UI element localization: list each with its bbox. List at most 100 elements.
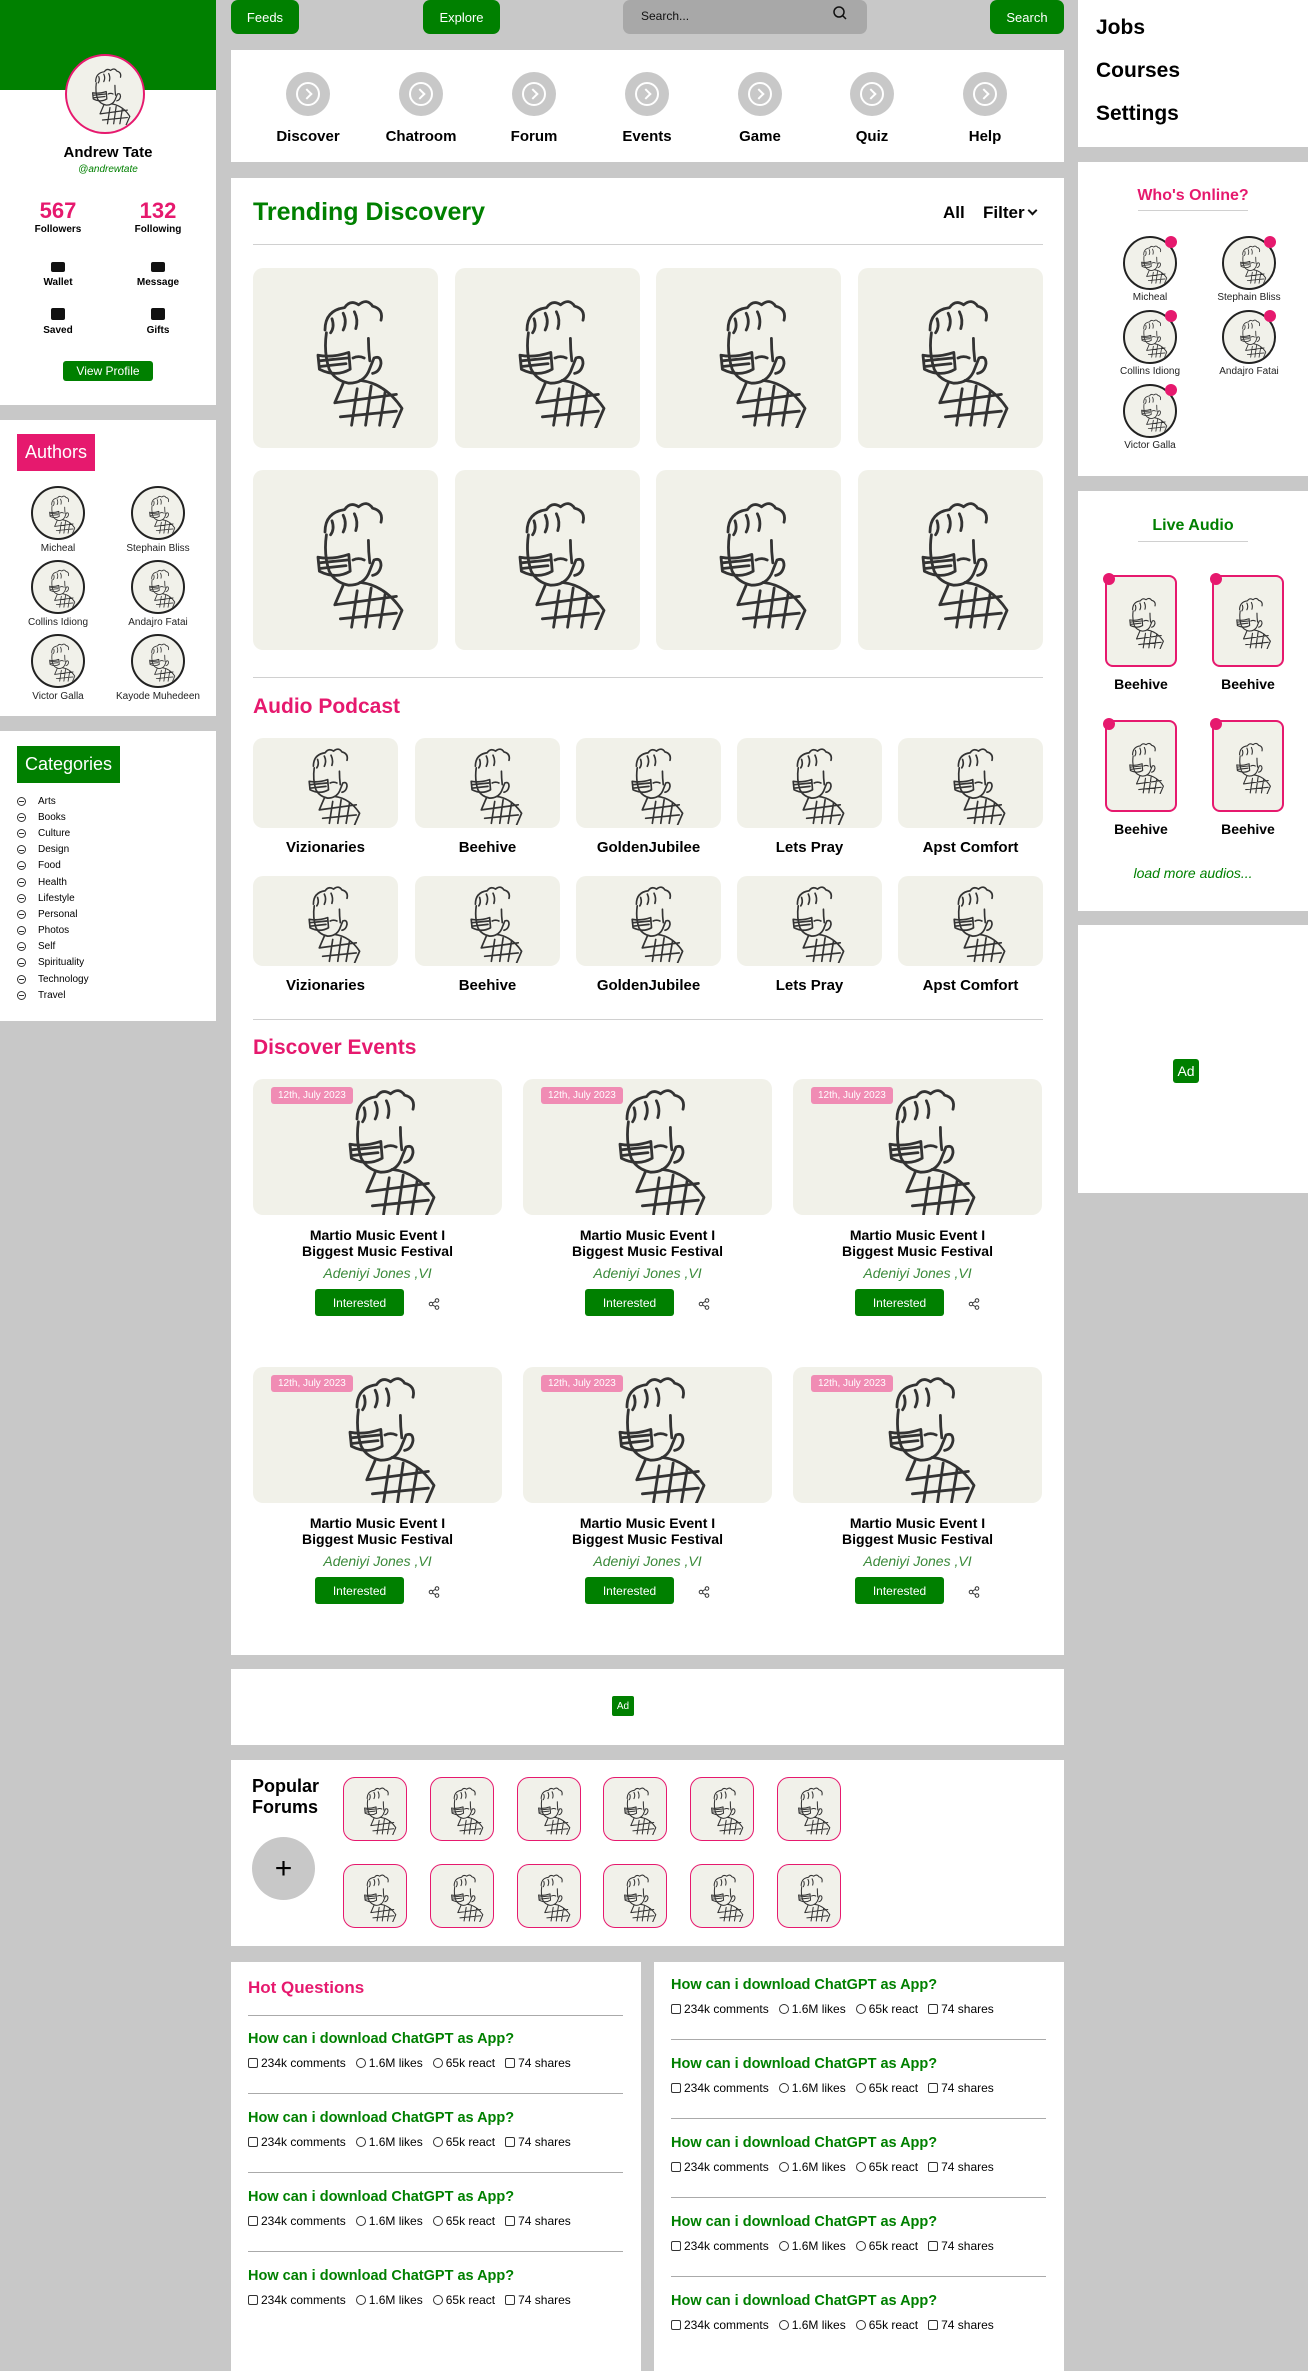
- search-button[interactable]: Search: [990, 0, 1064, 34]
- question-react[interactable]: 65k react: [855, 2160, 918, 2174]
- question-comments[interactable]: 234k comments: [671, 2160, 769, 2174]
- question-likes[interactable]: 1.6M likes: [355, 2056, 423, 2070]
- category-item[interactable]: Personal: [17, 906, 197, 922]
- author-item[interactable]: Kayode Muhedeen: [113, 634, 203, 702]
- question-title[interactable]: How can i download ChatGPT as App?: [671, 1977, 1046, 1993]
- question-comments[interactable]: 234k comments: [248, 2135, 346, 2149]
- question-shares[interactable]: 74 shares: [505, 2135, 571, 2149]
- podcast-item[interactable]: Beehive: [415, 738, 560, 856]
- question-title[interactable]: How can i download ChatGPT as App?: [671, 2293, 1046, 2309]
- category-item[interactable]: Culture: [17, 825, 197, 841]
- live-audio-item[interactable]: Beehive: [1210, 573, 1284, 692]
- interested-button[interactable]: Interested: [585, 1289, 674, 1316]
- right-ad[interactable]: Ad: [1078, 925, 1308, 1193]
- forum-tile[interactable]: [343, 1777, 407, 1841]
- question-shares[interactable]: 74 shares: [928, 2081, 994, 2095]
- question-react[interactable]: 65k react: [432, 2293, 495, 2307]
- question-shares[interactable]: 74 shares: [928, 2239, 994, 2253]
- question-item[interactable]: How can i download ChatGPT as App? 234k c…: [248, 2110, 623, 2149]
- share-icon[interactable]: [698, 1297, 710, 1310]
- trending-card[interactable]: [858, 470, 1043, 650]
- trending-card[interactable]: [656, 268, 841, 448]
- nav-item-game[interactable]: Game: [710, 72, 810, 145]
- category-item[interactable]: Photos: [17, 923, 197, 939]
- forum-tile[interactable]: [343, 1864, 407, 1928]
- question-likes[interactable]: 1.6M likes: [355, 2214, 423, 2228]
- author-item[interactable]: Victor Galla: [13, 634, 103, 702]
- trending-card[interactable]: [455, 268, 640, 448]
- question-likes[interactable]: 1.6M likes: [778, 2160, 846, 2174]
- question-likes[interactable]: 1.6M likes: [355, 2293, 423, 2307]
- question-item[interactable]: How can i download ChatGPT as App? 234k c…: [248, 2189, 623, 2228]
- category-item[interactable]: Design: [17, 842, 197, 858]
- podcast-item[interactable]: Lets Pray: [737, 876, 882, 994]
- question-title[interactable]: How can i download ChatGPT as App?: [248, 2031, 623, 2047]
- trending-card[interactable]: [455, 470, 640, 650]
- question-shares[interactable]: 74 shares: [928, 2002, 994, 2016]
- forum-tile[interactable]: [603, 1864, 667, 1928]
- podcast-item[interactable]: Vizionaries: [253, 876, 398, 994]
- share-icon[interactable]: [428, 1297, 440, 1310]
- menu-settings[interactable]: Settings: [1096, 102, 1179, 126]
- podcast-item[interactable]: GoldenJubilee: [576, 876, 721, 994]
- podcast-item[interactable]: Apst Comfort: [898, 738, 1043, 856]
- question-item[interactable]: How can i download ChatGPT as App? 234k c…: [671, 2293, 1046, 2332]
- podcast-item[interactable]: Vizionaries: [253, 738, 398, 856]
- event-card[interactable]: 12th, July 2023 Martio Music Event I Bigge…: [793, 1367, 1042, 1604]
- nav-item-help[interactable]: Help: [935, 72, 1035, 145]
- question-comments[interactable]: 234k comments: [671, 2002, 769, 2016]
- question-item[interactable]: How can i download ChatGPT as App? 234k c…: [248, 2031, 623, 2070]
- category-item[interactable]: Travel: [17, 987, 197, 1003]
- question-item[interactable]: How can i download ChatGPT as App? 234k c…: [248, 2268, 623, 2307]
- interested-button[interactable]: Interested: [315, 1289, 404, 1316]
- live-audio-item[interactable]: Beehive: [1103, 573, 1177, 692]
- followers-count[interactable]: 567: [22, 198, 94, 224]
- menu-jobs[interactable]: Jobs: [1096, 16, 1145, 40]
- question-item[interactable]: How can i download ChatGPT as App? 234k c…: [671, 2056, 1046, 2095]
- trending-card[interactable]: [858, 268, 1043, 448]
- question-likes[interactable]: 1.6M likes: [778, 2239, 846, 2253]
- saved-link[interactable]: Saved: [28, 308, 88, 336]
- event-card[interactable]: 12th, July 2023 Martio Music Event I Bigge…: [523, 1079, 772, 1316]
- filter-all[interactable]: All: [943, 203, 965, 223]
- nav-item-events[interactable]: Events: [597, 72, 697, 145]
- interested-button[interactable]: Interested: [585, 1577, 674, 1604]
- ad-banner[interactable]: Ad: [231, 1669, 1064, 1745]
- category-item[interactable]: Health: [17, 874, 197, 890]
- podcast-item[interactable]: Apst Comfort: [898, 876, 1043, 994]
- view-profile-button[interactable]: View Profile: [63, 361, 153, 381]
- interested-button[interactable]: Interested: [855, 1289, 944, 1316]
- online-user[interactable]: Micheal: [1105, 236, 1195, 303]
- question-title[interactable]: How can i download ChatGPT as App?: [671, 2214, 1046, 2230]
- question-item[interactable]: How can i download ChatGPT as App? 234k c…: [671, 2135, 1046, 2174]
- trending-card[interactable]: [253, 268, 438, 448]
- explore-button[interactable]: Explore: [423, 0, 500, 34]
- nav-item-discover[interactable]: Discover: [258, 72, 358, 145]
- load-more-audios[interactable]: load more audios...: [1078, 865, 1308, 881]
- filter-dropdown[interactable]: Filter: [983, 203, 1038, 223]
- interested-button[interactable]: Interested: [855, 1577, 944, 1604]
- online-user[interactable]: Victor Galla: [1105, 384, 1195, 451]
- question-shares[interactable]: 74 shares: [928, 2160, 994, 2174]
- question-title[interactable]: How can i download ChatGPT as App?: [248, 2268, 623, 2284]
- online-user[interactable]: Collins Idiong: [1105, 310, 1195, 377]
- question-react[interactable]: 65k react: [432, 2135, 495, 2149]
- question-likes[interactable]: 1.6M likes: [778, 2081, 846, 2095]
- question-comments[interactable]: 234k comments: [248, 2056, 346, 2070]
- nav-item-forum[interactable]: Forum: [484, 72, 584, 145]
- online-user[interactable]: Stephain Bliss: [1204, 236, 1294, 303]
- forum-tile[interactable]: [690, 1777, 754, 1841]
- event-card[interactable]: 12th, July 2023 Martio Music Event I Bigge…: [253, 1367, 502, 1604]
- category-item[interactable]: Arts: [17, 793, 197, 809]
- question-comments[interactable]: 234k comments: [671, 2239, 769, 2253]
- question-title[interactable]: How can i download ChatGPT as App?: [671, 2056, 1046, 2072]
- trending-card[interactable]: [253, 470, 438, 650]
- nav-item-quiz[interactable]: Quiz: [822, 72, 922, 145]
- share-icon[interactable]: [968, 1585, 980, 1598]
- podcast-item[interactable]: Beehive: [415, 876, 560, 994]
- question-title[interactable]: How can i download ChatGPT as App?: [248, 2189, 623, 2205]
- add-forum-button[interactable]: +: [252, 1837, 315, 1900]
- question-likes[interactable]: 1.6M likes: [355, 2135, 423, 2149]
- category-item[interactable]: Food: [17, 858, 197, 874]
- question-title[interactable]: How can i download ChatGPT as App?: [671, 2135, 1046, 2151]
